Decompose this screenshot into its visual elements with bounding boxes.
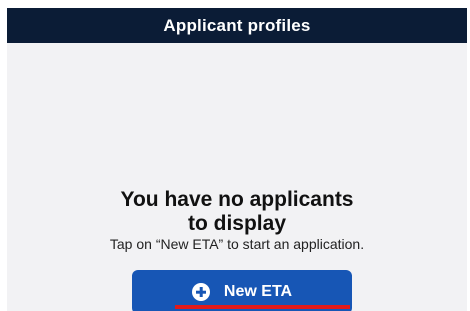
app-screen: Applicant profiles You have no applicant… [7,8,467,311]
highlight-underline [175,305,350,309]
plus-circle-icon [191,283,210,301]
empty-state-title-line2: to display [187,212,287,235]
new-eta-button-label: New ETA [223,283,293,300]
empty-state-title: You have no applicants to display [7,188,467,236]
empty-state-subtitle: Tap on “New ETA” to start an application… [109,236,365,252]
empty-state-title-line1: You have no applicants [120,188,354,211]
page-title: Applicant profiles [163,15,311,35]
header-bar: Applicant profiles [7,8,467,43]
